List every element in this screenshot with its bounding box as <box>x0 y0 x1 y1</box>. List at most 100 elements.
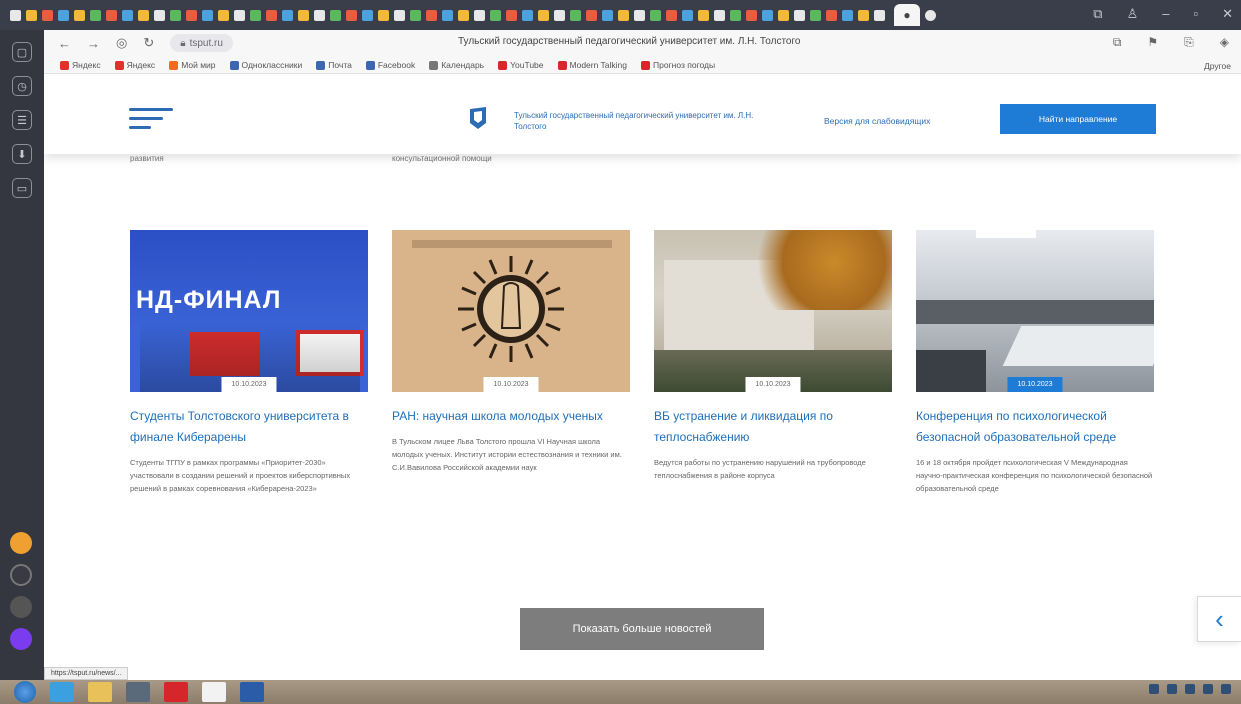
tab-favicon[interactable] <box>586 9 597 21</box>
active-tab[interactable]: ● <box>894 4 920 26</box>
tab-favicon[interactable] <box>170 9 181 21</box>
tab-favicon[interactable] <box>282 9 293 21</box>
news-title[interactable]: ВБ устранение и ликвидация по теплоснабж… <box>654 406 892 448</box>
tab-favicon[interactable] <box>666 9 677 21</box>
show-more-news-button[interactable]: Показать больше новостей <box>520 608 764 650</box>
maximize-icon[interactable]: ▫ <box>1193 6 1198 22</box>
forward-icon[interactable]: → <box>87 36 100 51</box>
tab-favicon[interactable] <box>538 9 549 21</box>
start-button[interactable] <box>14 681 36 703</box>
news-card[interactable]: НД-ФИНАЛ 10.10.2023 Студенты Толстовског… <box>130 230 368 495</box>
reload-icon[interactable]: ↻ <box>143 35 154 51</box>
alice-icon[interactable] <box>10 628 32 650</box>
news-image[interactable]: НД-ФИНАЛ 10.10.2023 <box>130 230 368 392</box>
tab-favicon[interactable] <box>410 9 421 21</box>
bookmark-item[interactable]: YouTube <box>498 60 544 70</box>
tray-icon[interactable] <box>1167 684 1177 694</box>
tab-favicons[interactable]: ● <box>0 4 936 26</box>
back-icon[interactable]: ← <box>58 36 71 51</box>
tab-favicon[interactable] <box>26 9 37 21</box>
tab-favicon[interactable] <box>858 9 869 21</box>
tab-favicon[interactable] <box>58 9 69 21</box>
bookmark-item[interactable]: Мой мир <box>169 60 216 70</box>
news-card[interactable]: 10.10.2023 Конференция по психологическо… <box>916 230 1154 495</box>
bookmark-item[interactable]: Яндекс <box>60 60 101 70</box>
tab-favicon[interactable] <box>202 9 213 21</box>
tab-favicon[interactable] <box>90 9 101 21</box>
tab-favicon[interactable] <box>618 9 629 21</box>
tab-favicon[interactable] <box>74 9 85 21</box>
tab-favicon[interactable] <box>346 9 357 21</box>
tab-favicon[interactable] <box>442 9 453 21</box>
extensions-icon[interactable]: ⧉ <box>1113 35 1122 50</box>
sidebar-downloads-icon[interactable]: ⬇ <box>12 144 32 164</box>
protect-icon[interactable]: ◎ <box>116 35 127 51</box>
news-image[interactable]: 10.10.2023 <box>916 230 1154 392</box>
tab-favicon[interactable] <box>458 9 469 21</box>
bookmark-tabs-icon[interactable]: ⧉ <box>1093 6 1102 22</box>
minimize-icon[interactable]: – <box>1162 6 1169 22</box>
find-program-button[interactable]: Найти направление <box>1000 104 1156 134</box>
tab-favicon[interactable] <box>730 9 741 21</box>
chevron-left-icon[interactable]: ‹ <box>1197 596 1241 642</box>
bookmark-item[interactable]: Modern Talking <box>557 60 627 70</box>
tab-favicon[interactable] <box>874 9 885 21</box>
tab-favicon[interactable] <box>842 9 853 21</box>
bookmark-item[interactable]: Яндекс <box>114 60 155 70</box>
yandex-browser-icon[interactable] <box>202 682 226 702</box>
tab-favicon[interactable] <box>554 9 565 21</box>
add-icon[interactable] <box>10 596 32 618</box>
ie-icon[interactable] <box>50 682 74 702</box>
tab-favicon[interactable] <box>506 9 517 21</box>
news-image[interactable]: 10.10.2023 <box>654 230 892 392</box>
tab-favicon[interactable] <box>106 9 117 21</box>
close-icon[interactable]: ✕ <box>1222 6 1233 22</box>
news-image[interactable]: 10.10.2023 <box>392 230 630 392</box>
bookmark-icon[interactable]: ⚑ <box>1147 35 1158 50</box>
tab-favicon[interactable] <box>778 9 789 21</box>
tab-favicon[interactable] <box>474 9 485 21</box>
network-icon[interactable] <box>1185 684 1195 694</box>
tray-icon[interactable] <box>1149 684 1159 694</box>
tab-favicon[interactable] <box>810 9 821 21</box>
tab-favicon[interactable] <box>602 9 613 21</box>
menu-icon[interactable] <box>129 108 175 135</box>
tab-favicon[interactable] <box>234 9 245 21</box>
tab-favicon[interactable] <box>570 9 581 21</box>
tab-favicon[interactable] <box>250 9 261 21</box>
tab-favicon[interactable] <box>330 9 341 21</box>
media-icon[interactable] <box>126 682 150 702</box>
app-icon[interactable] <box>10 564 32 586</box>
bookmark-item[interactable]: Facebook <box>365 60 415 70</box>
tab-favicon[interactable] <box>634 9 645 21</box>
tab-favicon[interactable] <box>378 9 389 21</box>
bookmark-item[interactable]: Одноклассники <box>229 60 302 70</box>
tab-favicon[interactable] <box>314 9 325 21</box>
flag-icon[interactable] <box>1221 684 1231 694</box>
tab-favicon[interactable] <box>138 9 149 21</box>
tab-favicon[interactable] <box>714 9 725 21</box>
url-field[interactable]: 🔒︎ tsput.ru <box>170 34 233 52</box>
logo-text[interactable]: Тульский государственный педагогический … <box>514 110 764 132</box>
tab-favicon[interactable] <box>298 9 309 21</box>
news-card[interactable]: 10.10.2023 РАН: научная школа молодых уч… <box>392 230 630 474</box>
profile-icon[interactable]: ◈ <box>1220 35 1229 50</box>
tab-favicon[interactable] <box>218 9 229 21</box>
bookmark-item[interactable]: Прогноз погоды <box>641 60 715 70</box>
news-title[interactable]: Конференция по психологической безопасно… <box>916 406 1154 448</box>
news-title[interactable]: Студенты Толстовского университета в фин… <box>130 406 368 448</box>
news-title[interactable]: РАН: научная школа молодых ученых <box>392 406 630 427</box>
tab-favicon[interactable] <box>650 9 661 21</box>
tab-favicon[interactable] <box>826 9 837 21</box>
tab-favicon[interactable] <box>394 9 405 21</box>
new-tab-icon[interactable] <box>925 9 936 21</box>
tab-favicon[interactable] <box>122 9 133 21</box>
tab-favicon[interactable] <box>426 9 437 21</box>
tab-favicon[interactable] <box>794 9 805 21</box>
university-logo-icon[interactable] <box>468 106 488 130</box>
news-card[interactable]: 10.10.2023 ВБ устранение и ликвидация по… <box>654 230 892 482</box>
accessibility-link[interactable]: Версия для слабовидящих <box>824 116 930 126</box>
sidebar-history-icon[interactable]: ◷ <box>12 76 32 96</box>
acrobat-icon[interactable] <box>164 682 188 702</box>
bookmark-item[interactable]: Почта <box>316 60 352 70</box>
